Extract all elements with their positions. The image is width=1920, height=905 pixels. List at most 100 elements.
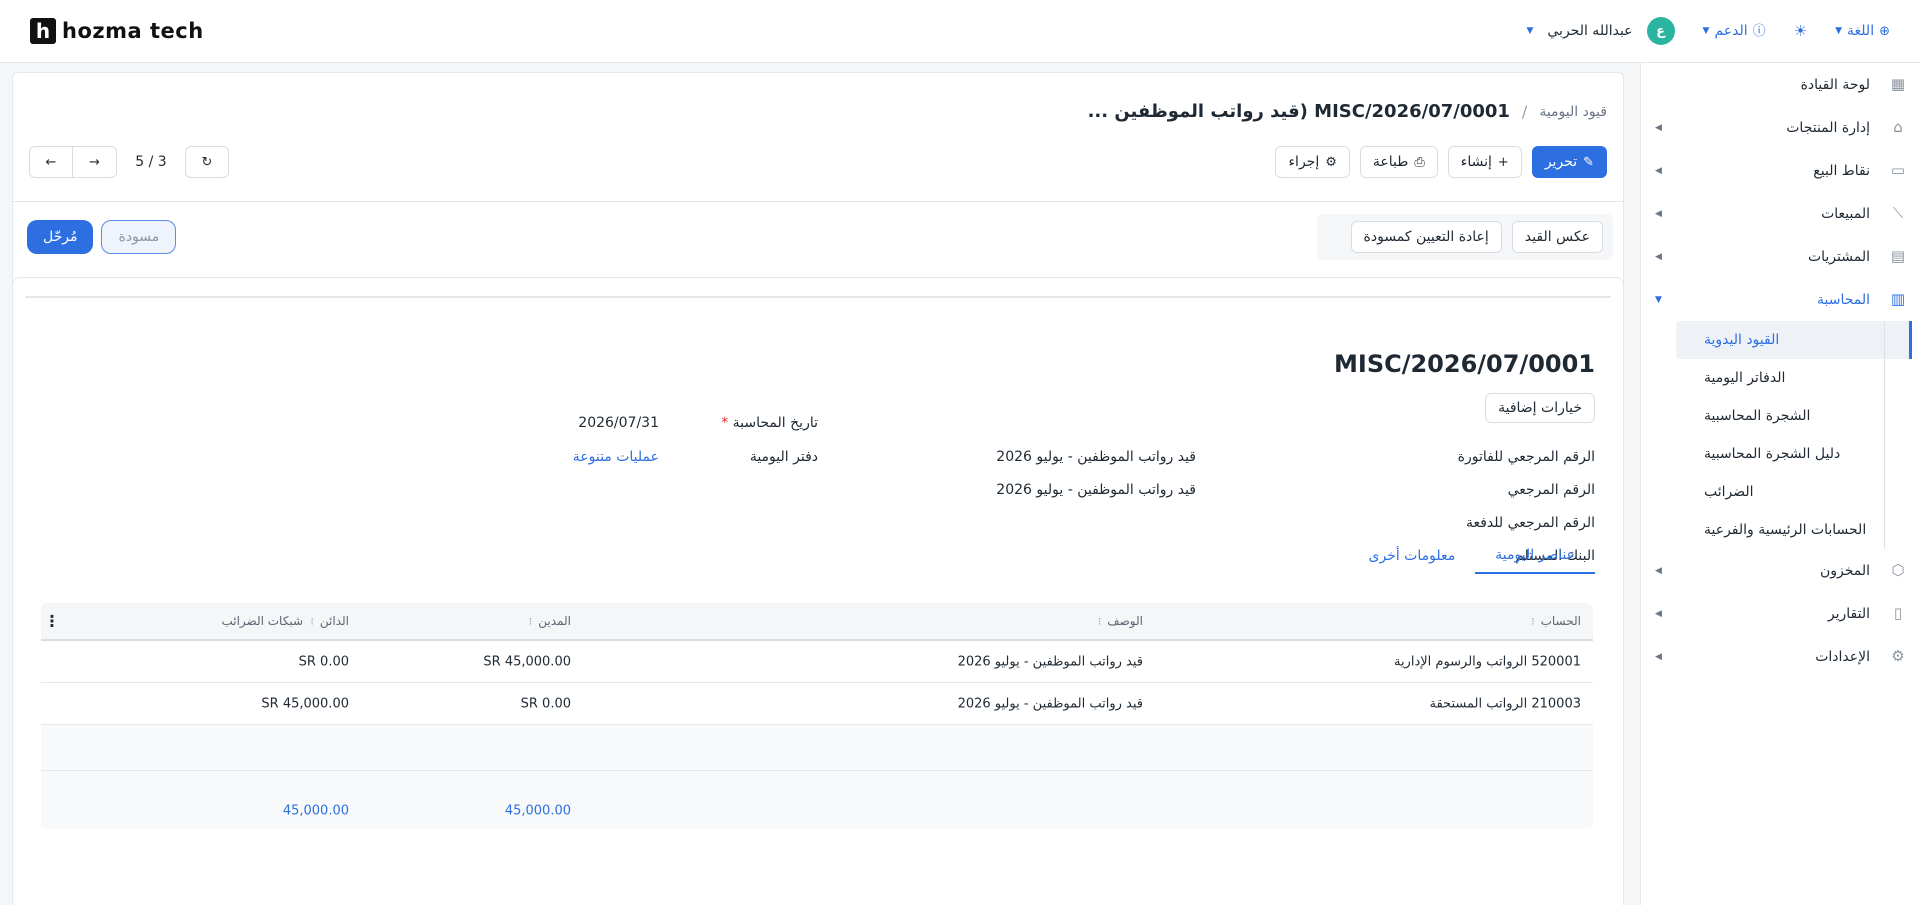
sidebar-item-purchases[interactable]: ▤ المشتريات ◀ xyxy=(1641,235,1920,278)
column-header-debit[interactable]: المدين ⁝ xyxy=(529,614,571,628)
globe-icon: ⊕ xyxy=(1879,23,1890,39)
caret-left-icon: ◀ xyxy=(1655,608,1662,619)
arrow-left-icon: ← xyxy=(45,154,57,170)
sidebar-item-label: المحاسبة xyxy=(1816,291,1870,308)
gear-icon: ⚙ xyxy=(1325,154,1337,170)
caret-left-icon: ◀ xyxy=(1655,565,1662,576)
table-row-empty[interactable] xyxy=(41,725,1593,771)
sidebar-subitem-manual-entries[interactable]: القيود اليدوية xyxy=(1676,321,1912,359)
user-menu[interactable]: ▼ عبدالله الحربي ع xyxy=(1526,17,1675,45)
ref-value[interactable]: قيد رواتب الموظفين - يوليو 2026 xyxy=(996,482,1196,498)
purchase-icon: ▤ xyxy=(1890,247,1906,265)
language-label: اللغة xyxy=(1847,23,1875,39)
column-header-credit[interactable]: الدائن ⁝ xyxy=(310,614,349,628)
sidebar-subitem-taxes[interactable]: الضرائب xyxy=(1676,473,1912,511)
cell-credit: SR 0.00 xyxy=(298,654,349,669)
sidebar-item-label: المخزون xyxy=(1819,562,1870,579)
submenu-list: القيود اليدوية الدفاتر اليومية الشجرة ال… xyxy=(1676,321,1912,549)
main-content: قيود اليومية / MISC/2026/07/0001 (قيد رو… xyxy=(0,63,1640,905)
journal-label: دفتر اليومية xyxy=(749,449,818,465)
sidebar-item-label: نقاط البيع xyxy=(1813,162,1870,179)
language-menu[interactable]: ▼ اللغة ⊕ xyxy=(1835,23,1890,39)
sidebar-item-label: إدارة المنتجات xyxy=(1786,119,1870,136)
column-options-icon[interactable]: ⋮ xyxy=(44,612,60,631)
sidebar-item-products[interactable]: ⌂ إدارة المنتجات ◀ xyxy=(1641,106,1920,149)
print-button[interactable]: ⎙ طباعة xyxy=(1359,146,1438,178)
table-row[interactable]: 210003 الرواتب المستحقة قيد رواتب الموظف… xyxy=(41,683,1593,725)
required-mark: * xyxy=(721,415,729,431)
sun-icon: ☀ xyxy=(1793,21,1808,40)
record-pager: ← → 5 / 3 ↻ xyxy=(29,146,229,178)
divider xyxy=(25,296,1611,298)
sidebar-item-inventory[interactable]: ⬡ المخزون ◀ xyxy=(1641,549,1920,592)
sidebar-item-settings[interactable]: ⚙ الإعدادات ◀ xyxy=(1641,635,1920,678)
status-posted-label: مُرحّل xyxy=(43,229,78,245)
column-header-description[interactable]: الوصف ⁝ xyxy=(1098,614,1143,628)
tab-other-info[interactable]: معلومات أخرى xyxy=(1349,538,1476,574)
chevron-down-icon: ▼ xyxy=(1835,26,1843,36)
accounting-date-value[interactable]: 2026/07/31 xyxy=(578,415,659,431)
cell-debit: SR 45,000.00 xyxy=(483,654,571,669)
chart-icon: ⟋ xyxy=(1892,204,1904,222)
support-menu[interactable]: ▼ الدعم ⓘ xyxy=(1703,23,1766,39)
payment-ref-label: الرقم المرجعي للدفعة xyxy=(1465,515,1595,531)
brand-name: hozma tech xyxy=(62,19,204,43)
next-record-button[interactable]: → xyxy=(73,146,117,178)
sidebar-item-dashboard[interactable]: ▦ لوحة القيادة xyxy=(1641,63,1920,106)
status-draft-label: مسودة xyxy=(118,229,160,245)
sidebar-subitem-accounts-guide[interactable]: دليل الشجرة المحاسبية xyxy=(1676,435,1912,473)
reverse-entry-button[interactable]: عكس القيد xyxy=(1511,221,1603,253)
column-header-label: الوصف xyxy=(1107,614,1143,628)
edit-label: تحرير xyxy=(1544,154,1578,170)
invoice-ref-value[interactable]: قيد رواتب الموظفين - يوليو 2026 xyxy=(996,449,1196,465)
store-icon: ▭ xyxy=(1890,161,1906,179)
column-header-label: الدائن xyxy=(319,614,349,628)
invoice-ref-label: الرقم المرجعي للفاتورة xyxy=(1457,449,1595,465)
user-name: عبدالله الحربي xyxy=(1547,23,1633,39)
print-label: طباعة xyxy=(1372,154,1409,170)
extra-options-button[interactable]: خيارات إضافية xyxy=(1485,393,1595,423)
sidebar-item-label: لوحة القيادة xyxy=(1800,76,1870,93)
settings-icon: ⚙ xyxy=(1891,647,1905,665)
create-button[interactable]: + إنشاء xyxy=(1447,146,1522,178)
brand-mark: h xyxy=(30,18,56,44)
accounting-icon: ▥ xyxy=(1890,290,1906,308)
plus-icon: + xyxy=(1497,154,1509,170)
accounting-submenu: القيود اليدوية الدفاتر اليومية الشجرة ال… xyxy=(1641,321,1920,549)
chevron-down-icon: ▼ xyxy=(1526,26,1534,36)
sidebar-subitem-main-sub-accounts[interactable]: الحسابات الرئيسية والفرعية xyxy=(1676,511,1912,549)
total-debit: 45,000.00 xyxy=(504,803,571,819)
column-header-tax-grids[interactable]: شبكات الضرائب xyxy=(221,614,303,628)
edit-button[interactable]: ✎ تحرير xyxy=(1531,146,1607,178)
action-label: إجراء xyxy=(1288,154,1320,170)
table-row[interactable]: 520001 الرواتب والرسوم الإدارية قيد روات… xyxy=(41,641,1593,683)
caret-left-icon: ◀ xyxy=(1655,208,1662,219)
tab-journal-items[interactable]: عناصر اليومية xyxy=(1475,538,1595,574)
action-button[interactable]: ⚙ إجراء xyxy=(1275,146,1350,178)
sidebar-item-pos[interactable]: ▭ نقاط البيع ◀ xyxy=(1641,149,1920,192)
reset-to-draft-button[interactable]: إعادة التعيين كمسودة xyxy=(1350,221,1502,253)
brand-logo[interactable]: h hozma tech xyxy=(30,18,204,44)
column-header-account[interactable]: الحساب ⁝ xyxy=(1531,614,1581,628)
breadcrumb-parent[interactable]: قيود اليومية xyxy=(1539,104,1607,120)
sidebar-item-sales[interactable]: ⟋ المبيعات ◀ xyxy=(1641,192,1920,235)
sidebar-subitem-chart-of-accounts[interactable]: الشجرة المحاسبية xyxy=(1676,397,1912,435)
status-posted[interactable]: مُرحّل xyxy=(27,220,94,254)
chevron-down-icon: ▼ xyxy=(1702,26,1710,36)
sidebar-item-accounting[interactable]: ▥ المحاسبة ▼ xyxy=(1641,278,1920,321)
table-header: الحساب ⁝ الوصف ⁝ المدين ⁝ الدائن ⁝ شبكات الض… xyxy=(41,603,1593,641)
sidebar-subitem-journals[interactable]: الدفاتر اليومية xyxy=(1676,359,1912,397)
tag-icon: ⌂ xyxy=(1893,118,1903,136)
sidebar-item-reports[interactable]: ▯ التقارير ◀ xyxy=(1641,592,1920,635)
form-tabs: عناصر اليومية معلومات أخرى xyxy=(1349,538,1595,574)
status-draft[interactable]: مسودة xyxy=(101,220,177,254)
sidebar-item-label: التقارير xyxy=(1827,605,1870,622)
journal-value-link[interactable]: عمليات متنوعة xyxy=(573,449,659,465)
report-icon: ▯ xyxy=(1893,604,1903,622)
table-totals-row: 45,000.00 45,000.00 xyxy=(41,771,1593,829)
refresh-button[interactable]: ↻ xyxy=(185,146,229,178)
cell-description: قيد رواتب الموظفين - يوليو 2026 xyxy=(957,654,1143,669)
divider xyxy=(13,201,1623,202)
theme-toggle[interactable]: ☀ xyxy=(1793,21,1808,40)
previous-record-button[interactable]: ← xyxy=(29,146,73,178)
